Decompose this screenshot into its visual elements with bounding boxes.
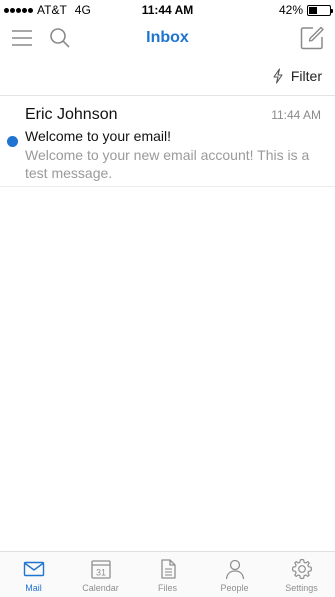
- gear-icon: [291, 558, 312, 580]
- calendar-icon: 31: [90, 560, 111, 579]
- status-bar: AT&T 4G 11:44 AM 42%: [0, 0, 335, 20]
- message-list-item[interactable]: Eric Johnson 11:44 AM Welcome to your em…: [0, 97, 335, 187]
- lightning-icon: [273, 68, 283, 84]
- tab-settings[interactable]: Settings: [268, 552, 335, 597]
- mail-icon: [23, 561, 44, 577]
- tab-calendar-label: Calendar: [82, 583, 119, 593]
- status-right: 42%: [278, 3, 333, 17]
- battery-icon: [307, 4, 333, 16]
- tab-mail-label: Mail: [25, 583, 42, 593]
- compose-icon: [300, 26, 324, 50]
- mail-app-screen: AT&T 4G 11:44 AM 42% Inbox Filter Eric J…: [0, 0, 335, 597]
- file-icon: [160, 559, 176, 579]
- filter-row: Filter: [0, 60, 335, 96]
- person-icon: [225, 559, 244, 580]
- tab-files[interactable]: Files: [134, 552, 201, 597]
- tab-people[interactable]: People: [201, 552, 268, 597]
- message-subject: Welcome to your email!: [25, 128, 172, 144]
- inbox-header: Inbox: [0, 20, 335, 58]
- filter-label: Filter: [290, 68, 322, 84]
- tab-calendar[interactable]: 31 Calendar: [67, 552, 134, 597]
- page-title: Inbox: [146, 29, 189, 46]
- tab-mail[interactable]: Mail: [0, 552, 67, 597]
- tab-people-label: People: [220, 583, 249, 593]
- bottom-tab-bar: Mail 31 Calendar Files People Settings: [0, 551, 335, 597]
- battery-percent: 42%: [278, 3, 303, 17]
- compose-button[interactable]: [299, 25, 325, 51]
- calendar-day: 31: [95, 568, 105, 578]
- message-sender: Eric Johnson: [25, 106, 118, 123]
- unread-indicator: [7, 136, 18, 147]
- battery-level: [309, 6, 318, 14]
- tab-settings-label: Settings: [285, 583, 318, 593]
- message-time: 11:44 AM: [271, 108, 321, 122]
- tab-files-label: Files: [157, 583, 177, 593]
- filter-button[interactable]: Filter: [271, 68, 322, 84]
- message-preview: Welcome to your new email account! This …: [25, 147, 310, 181]
